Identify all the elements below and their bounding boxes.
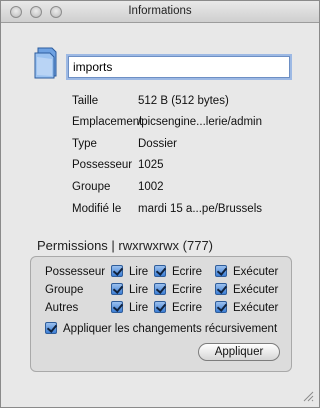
group-read-label[interactable]: Lire	[129, 284, 148, 296]
info-label-modified: Modifié le	[72, 203, 122, 215]
info-value-location: /picsengine...lerie/admin	[138, 116, 263, 128]
title-bar[interactable]: Informations	[1, 1, 319, 23]
others-exec-label[interactable]: Exécuter	[233, 302, 278, 314]
permissions-heading: Permissions | rwxrwxrwx (777)	[37, 238, 214, 253]
info-label-location: Emplacement	[72, 116, 143, 128]
owner-exec-label[interactable]: Exécuter	[233, 266, 278, 278]
group-exec-label[interactable]: Exécuter	[233, 284, 278, 296]
others-exec-checkbox[interactable]	[215, 301, 227, 313]
perm-row-group-label: Groupe	[45, 284, 84, 296]
others-read-label[interactable]: Lire	[129, 302, 148, 314]
perm-row-others-label: Autres	[45, 302, 79, 314]
info-value-group: 1002	[138, 181, 164, 193]
group-write-label[interactable]: Ecrire	[172, 284, 202, 296]
window-title: Informations	[128, 5, 192, 17]
folder-icon	[34, 47, 57, 79]
info-value-modified: mardi 15 a...pe/Brussels	[138, 203, 263, 215]
info-value-owner: 1025	[138, 159, 164, 171]
info-label-group: Groupe	[72, 181, 111, 193]
others-write-label[interactable]: Ecrire	[172, 302, 202, 314]
owner-write-label[interactable]: Ecrire	[172, 266, 202, 278]
group-exec-checkbox[interactable]	[215, 283, 227, 295]
info-label-size: Taille	[72, 95, 99, 107]
group-write-checkbox[interactable]	[154, 283, 166, 295]
info-label-owner: Possesseur	[72, 159, 133, 171]
recursive-label[interactable]: Appliquer les changements récursivement	[63, 323, 277, 335]
owner-read-label[interactable]: Lire	[129, 266, 148, 278]
group-read-checkbox[interactable]	[111, 283, 123, 295]
owner-read-checkbox[interactable]	[111, 265, 123, 277]
apply-button[interactable]: Appliquer	[198, 343, 280, 361]
resize-grip-icon[interactable]	[303, 391, 314, 402]
info-value-size: 512 B (512 bytes)	[138, 95, 229, 107]
info-value-type: Dossier	[138, 138, 177, 150]
owner-exec-checkbox[interactable]	[215, 265, 227, 277]
others-read-checkbox[interactable]	[111, 301, 123, 313]
info-label-type: Type	[72, 138, 97, 150]
perm-row-owner-label: Possesseur	[45, 266, 106, 278]
owner-write-checkbox[interactable]	[154, 265, 166, 277]
recursive-checkbox[interactable]	[45, 322, 57, 334]
others-write-checkbox[interactable]	[154, 301, 166, 313]
name-input[interactable]: imports	[68, 56, 290, 78]
info-window: Informations imports Taille 512 B (512 b…	[0, 0, 320, 408]
